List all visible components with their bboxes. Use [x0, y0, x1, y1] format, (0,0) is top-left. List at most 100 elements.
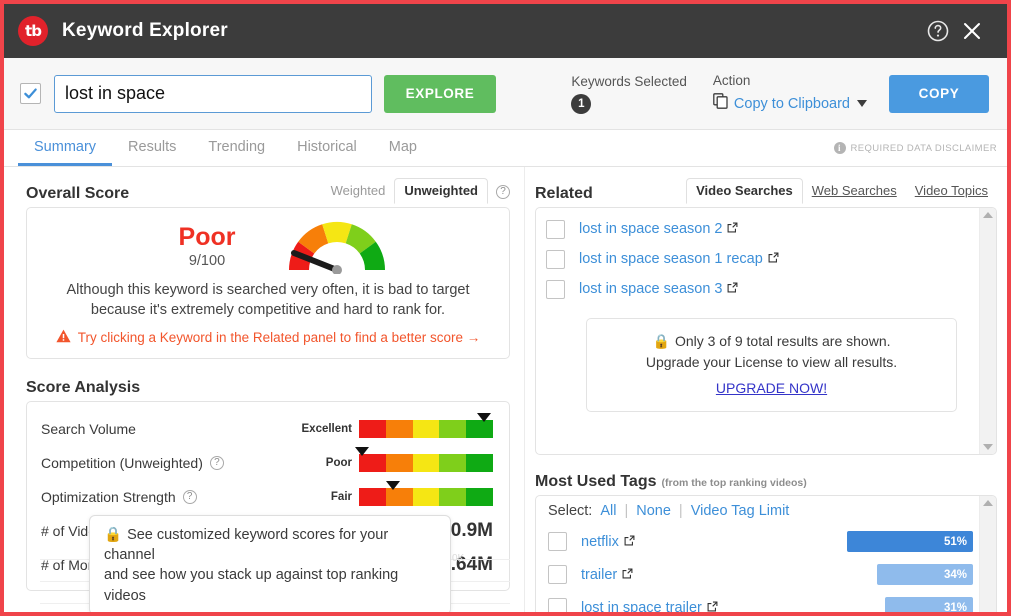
lock-icon: 🔒: [104, 526, 123, 543]
tab-trending[interactable]: Trending: [192, 130, 281, 166]
related-keyword-label: lost in space season 3: [579, 281, 723, 297]
upgrade-prompt: 🔒 Only 3 of 9 total results are shown. Up…: [586, 318, 957, 412]
tab-summary[interactable]: Summary: [18, 130, 113, 166]
keywords-selected-label: Keywords Selected: [571, 73, 687, 89]
external-link-icon: [622, 567, 633, 583]
row-label-text: Competition (Unweighted): [41, 455, 203, 471]
competition-help-icon[interactable]: ?: [209, 456, 224, 470]
tag-checkbox[interactable]: [548, 565, 567, 584]
external-link-icon: [707, 600, 718, 613]
row-label: Search Volume: [41, 421, 136, 437]
tab-video-topics[interactable]: Video Topics: [906, 179, 997, 203]
tag-label: netflix: [581, 533, 619, 550]
list-item: lost in space season 3: [542, 274, 975, 304]
video-tag-limit-link[interactable]: Video Tag Limit: [691, 503, 790, 519]
overall-score-header: Overall Score Weighted Unweighted ?: [26, 177, 510, 204]
tag-percent-bar: 31%: [884, 597, 973, 612]
score-row-optimization: Optimization Strength ? Fair: [41, 480, 493, 514]
related-scrollbar[interactable]: [979, 208, 996, 454]
overall-score-title: Overall Score: [26, 185, 130, 202]
chevron-down-icon: [857, 100, 867, 107]
score-hint-text: Try clicking a Keyword in the Related pa…: [77, 330, 481, 345]
tab-historical[interactable]: Historical: [281, 130, 373, 166]
tag-link[interactable]: lost in space trailer: [581, 599, 718, 616]
scroll-up-arrow-icon[interactable]: [983, 500, 993, 506]
score-row-search-volume: Search Volume Excellent: [41, 412, 493, 446]
action-label: Action: [712, 73, 751, 88]
score-hint[interactable]: Try clicking a Keyword in the Related pa…: [41, 329, 495, 346]
upgrade-line1-text: Only 3 of 9 total results are shown.: [674, 333, 891, 349]
tab-map[interactable]: Map: [373, 130, 433, 166]
related-keyword-label: lost in space season 1 recap: [579, 251, 763, 267]
scroll-down-arrow-icon[interactable]: [983, 444, 993, 450]
row-label-text: Search Volume: [41, 421, 136, 437]
select-none-link[interactable]: None: [636, 503, 671, 519]
optimization-help-icon[interactable]: ?: [182, 490, 197, 504]
external-link-icon: [624, 534, 635, 550]
close-icon[interactable]: [955, 14, 989, 48]
related-tabs: Video Searches Web Searches Video Topics: [686, 178, 997, 204]
toggle-weighted[interactable]: Weighted: [322, 179, 395, 203]
locked-tooltip-line2: and see how you stack up against top ran…: [104, 567, 399, 604]
row-value: Excellent: [290, 413, 493, 438]
row-value: Fair: [290, 481, 493, 506]
tags-title-text: Most Used Tags: [535, 473, 657, 490]
help-circle-icon[interactable]: [921, 14, 955, 48]
tab-results[interactable]: Results: [112, 130, 192, 166]
select-label: Select:: [548, 503, 593, 519]
related-keyword-link[interactable]: lost in space season 1 recap: [579, 251, 779, 267]
select-all-link[interactable]: All: [600, 503, 616, 519]
most-used-tags-header: Most Used Tags (from the top ranking vide…: [535, 465, 997, 491]
score-weighting-toggle: Weighted Unweighted: [322, 178, 488, 204]
title-bar: tb Keyword Explorer: [4, 4, 1007, 58]
tab-video-searches[interactable]: Video Searches: [686, 178, 803, 204]
related-checkbox[interactable]: [546, 279, 565, 299]
action-selector: Action Copy to Clipboard: [713, 73, 867, 114]
meter-rating: Fair: [330, 491, 352, 503]
keyword-checkbox[interactable]: [20, 83, 41, 104]
keywords-selected-count: 1: [571, 93, 592, 114]
tab-web-searches[interactable]: Web Searches: [803, 179, 906, 203]
meter-marker-icon: [476, 413, 491, 422]
toggle-unweighted[interactable]: Unweighted: [394, 178, 488, 204]
meter-marker-icon: [385, 481, 400, 490]
upgrade-line2: Upgrade your License to view all results…: [645, 354, 898, 370]
external-link-icon: [768, 251, 779, 267]
related-keyword-link[interactable]: lost in space season 3: [579, 281, 738, 297]
separator: |: [678, 503, 683, 519]
score-analysis-header: Score Analysis: [26, 371, 510, 397]
action-dropdown[interactable]: Copy to Clipboard: [713, 93, 867, 114]
lock-icon: 🔒: [652, 333, 670, 349]
logo-text: tb: [25, 22, 42, 40]
tag-bar-wrap: 51%: [847, 531, 973, 552]
keyword-explorer-window: tb Keyword Explorer EXPLORE Keyw: [0, 0, 1011, 616]
tags-select-row: Select: All | None | Video Tag Limit: [536, 496, 979, 525]
search-input[interactable]: [54, 74, 372, 113]
info-icon: i: [833, 142, 846, 154]
related-list: lost in space season 2 lost in space sea…: [536, 208, 979, 454]
tag-link[interactable]: netflix: [581, 534, 635, 550]
scroll-up-arrow-icon[interactable]: [983, 212, 993, 218]
tag-checkbox[interactable]: [548, 598, 567, 612]
tag-link[interactable]: trailer: [581, 567, 633, 583]
left-column: Overall Score Weighted Unweighted ? Poor…: [4, 167, 524, 612]
upgrade-now-link[interactable]: UPGRADE NOW!: [716, 380, 827, 396]
list-item: trailer 34%: [536, 558, 979, 591]
related-checkbox[interactable]: [546, 219, 565, 239]
related-keyword-link[interactable]: lost in space season 2: [579, 221, 738, 237]
tags-scrollbar[interactable]: [979, 496, 996, 612]
overall-score-card: Poor 9/100 Although this keyword is sear…: [26, 207, 510, 359]
list-item: lost in space season 2: [542, 214, 975, 244]
most-used-tags-card: Select: All | None | Video Tag Limit net…: [535, 495, 997, 616]
overall-score-help-icon[interactable]: ?: [496, 185, 510, 199]
tags-subtitle: (from the top ranking videos): [661, 477, 807, 489]
explore-button[interactable]: EXPLORE: [384, 74, 496, 113]
copy-button[interactable]: COPY: [889, 74, 989, 113]
chart-tick-0k: 0K: [452, 553, 465, 564]
required-data-disclaimer[interactable]: i REQUIRED DATA DISCLAIMER: [833, 130, 998, 166]
meter-bar: [359, 413, 493, 438]
related-checkbox[interactable]: [546, 249, 565, 269]
row-label-text: Optimization Strength: [41, 489, 176, 505]
tag-checkbox[interactable]: [548, 532, 567, 551]
tag-label: lost in space trailer: [581, 599, 702, 616]
